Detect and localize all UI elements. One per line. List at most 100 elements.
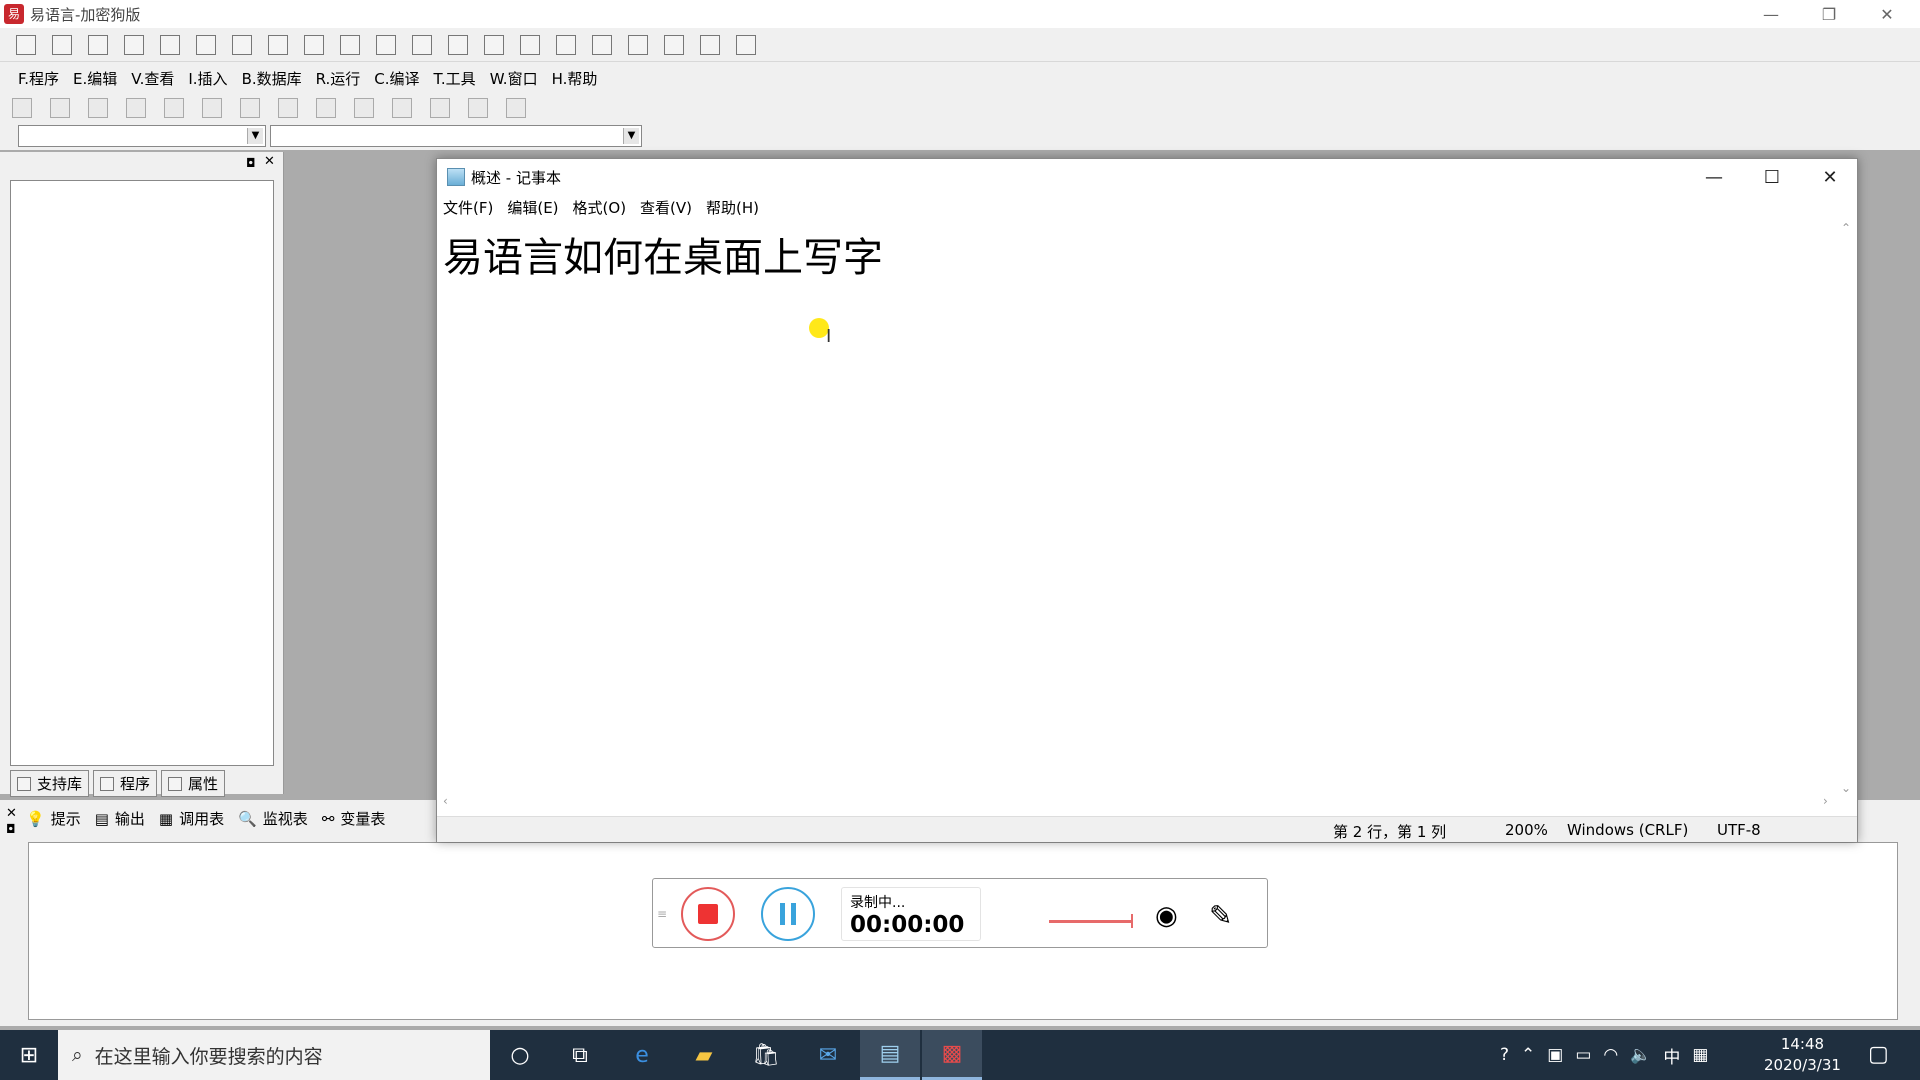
tab-output[interactable]: ▤ 输出 [95, 808, 145, 829]
menu-view[interactable]: V.查看 [131, 68, 174, 89]
minimize-button[interactable]: — [1742, 0, 1800, 28]
easy-language-taskbar-icon[interactable]: ▩ [922, 1030, 982, 1080]
pin-icon[interactable]: ◘ [246, 156, 256, 170]
ime-indicator[interactable]: 中 [1663, 1043, 1680, 1068]
tab-program[interactable]: 程序 [93, 770, 158, 797]
find-icon[interactable] [304, 34, 324, 55]
hand-icon[interactable] [700, 34, 720, 55]
wifi-icon[interactable]: ◠ [1603, 1045, 1618, 1065]
notepad-menu-help[interactable]: 帮助(H) [706, 197, 759, 218]
redo-icon[interactable] [232, 34, 252, 55]
notepad-menu-file[interactable]: 文件(F) [443, 197, 493, 218]
file-explorer-icon[interactable]: ▰ [674, 1030, 734, 1080]
stop-recording-button[interactable] [681, 887, 735, 941]
step-icon[interactable] [520, 34, 540, 55]
stop-icon[interactable] [484, 34, 504, 55]
new-file-icon[interactable] [16, 34, 36, 55]
notepad-menu-view[interactable]: 查看(V) [640, 197, 692, 218]
menu-edit[interactable]: E.编辑 [73, 68, 117, 89]
run-icon[interactable] [448, 34, 468, 55]
menu-insert[interactable]: I.插入 [188, 68, 227, 89]
app-tray-icon[interactable]: ▣ [1547, 1045, 1563, 1065]
menu-database[interactable]: B.数据库 [242, 68, 302, 89]
menu-run[interactable]: R.运行 [316, 68, 361, 89]
notepad-menu-format[interactable]: 格式(O) [573, 197, 627, 218]
notepad-minimize-button[interactable]: — [1685, 159, 1743, 195]
copy-icon[interactable] [160, 34, 180, 55]
layout-2-icon[interactable] [376, 34, 396, 55]
help-icon[interactable]: ? [1500, 1045, 1509, 1065]
restore-button[interactable]: ❐ [1800, 0, 1858, 28]
space-h-icon[interactable] [354, 98, 374, 118]
close-button[interactable]: ✕ [1858, 0, 1916, 28]
center-v-icon[interactable] [240, 98, 260, 118]
paste-icon[interactable] [196, 34, 216, 55]
battery-icon[interactable]: ▭ [1575, 1045, 1591, 1065]
cut-icon[interactable] [124, 34, 144, 55]
pause-recording-button[interactable] [761, 887, 815, 941]
tools-icon[interactable] [736, 34, 756, 55]
drag-handle-icon[interactable]: ≡ [657, 907, 667, 921]
volume-slider[interactable] [1049, 914, 1133, 928]
chevron-up-icon[interactable]: ⌃ [1521, 1045, 1535, 1065]
menu-program[interactable]: F.程序 [18, 68, 59, 89]
tab-watch[interactable]: 🔍 监视表 [238, 808, 308, 829]
ime-mode-icon[interactable]: ▦ [1692, 1045, 1708, 1065]
step-out-icon[interactable] [592, 34, 612, 55]
align-grid-icon[interactable] [12, 98, 32, 118]
pin-icon[interactable]: ◘ [6, 822, 16, 836]
webcam-icon[interactable]: ◉ [1155, 901, 1178, 931]
align-left-icon[interactable] [50, 98, 70, 118]
align-bottom-icon[interactable] [164, 98, 184, 118]
breakpoint-icon[interactable] [664, 34, 684, 55]
notepad-maximize-button[interactable]: ☐ [1743, 159, 1801, 195]
tab-call-stack[interactable]: ▦ 调用表 [159, 808, 224, 829]
layout-3-icon[interactable] [412, 34, 432, 55]
layout-1-icon[interactable] [340, 34, 360, 55]
cortana-icon[interactable]: ○ [490, 1030, 550, 1080]
volume-icon[interactable]: 🔈 [1630, 1045, 1651, 1065]
tab-support-lib[interactable]: 支持库 [10, 770, 90, 797]
notepad-menu-edit[interactable]: 编辑(E) [507, 197, 558, 218]
menu-compile[interactable]: C.编译 [374, 68, 419, 89]
same-height-icon[interactable] [468, 98, 488, 118]
member-combo[interactable]: ▼ [270, 125, 642, 147]
distribute-v-icon[interactable] [316, 98, 336, 118]
open-folder-icon[interactable] [52, 34, 72, 55]
align-right-icon[interactable] [88, 98, 108, 118]
notepad-close-button[interactable]: ✕ [1801, 159, 1859, 195]
menu-help[interactable]: H.帮助 [552, 68, 598, 89]
step-into-icon[interactable] [556, 34, 576, 55]
object-combo[interactable]: ▼ [18, 125, 266, 147]
notepad-taskbar-icon[interactable]: ▤ [860, 1030, 920, 1080]
tab-variables[interactable]: ⚯ 变量表 [322, 808, 386, 829]
pen-icon[interactable]: ✎ [1209, 899, 1232, 932]
panel-close-icon[interactable]: ✕ [264, 154, 275, 169]
taskbar-search[interactable]: ⌕ 在这里输入你要搜索的内容 [58, 1030, 490, 1080]
horizontal-scrollbar[interactable]: ‹ › [443, 794, 1837, 810]
align-top-icon[interactable] [126, 98, 146, 118]
edge-browser-icon[interactable]: e [612, 1030, 672, 1080]
chevron-down-icon[interactable]: ▼ [623, 128, 639, 144]
chevron-down-icon[interactable]: ⌄ [1841, 781, 1851, 795]
panel-close-icon[interactable]: ✕ [6, 806, 17, 821]
chevron-right-icon[interactable]: › [1823, 794, 1828, 808]
same-width-icon[interactable] [430, 98, 450, 118]
same-size-icon[interactable] [506, 98, 526, 118]
step-over-icon[interactable] [628, 34, 648, 55]
workspace-tree[interactable] [10, 180, 274, 766]
mail-icon[interactable]: ✉ [798, 1030, 858, 1080]
vertical-scrollbar[interactable]: ⌃ ⌄ [1841, 221, 1855, 801]
tab-properties[interactable]: 属性 [161, 770, 226, 797]
task-view-icon[interactable]: ⧉ [550, 1030, 610, 1080]
tab-hint[interactable]: 💡 提示 [26, 808, 81, 829]
chevron-up-icon[interactable]: ⌃ [1841, 221, 1851, 235]
distribute-h-icon[interactable] [278, 98, 298, 118]
menu-tools[interactable]: T.工具 [434, 68, 476, 89]
store-icon[interactable]: 🛍 [736, 1030, 796, 1080]
start-button[interactable]: ⊞ [0, 1030, 58, 1080]
center-h-icon[interactable] [202, 98, 222, 118]
notepad-text-area[interactable]: 易语言如何在桌面上写字 [443, 225, 883, 283]
save-icon[interactable] [88, 34, 108, 55]
menu-window[interactable]: W.窗口 [490, 68, 538, 89]
